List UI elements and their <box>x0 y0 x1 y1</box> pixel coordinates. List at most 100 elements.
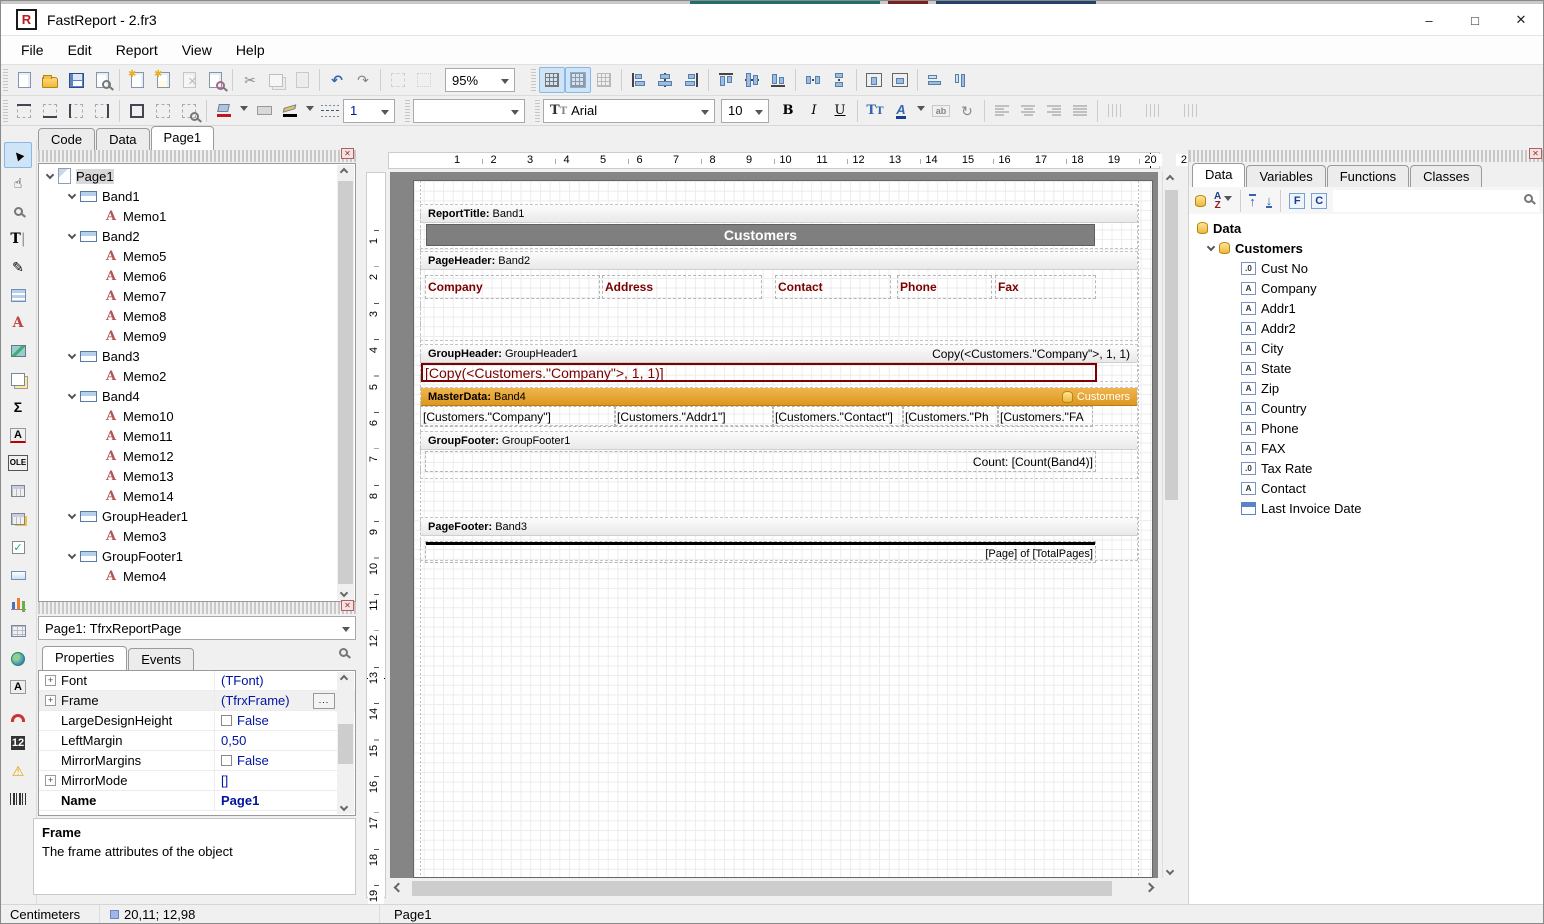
zipcode-object-tool-button[interactable]: ⚠ <box>4 758 32 784</box>
font-color-dropdown[interactable] <box>914 98 928 124</box>
property-value[interactable]: 0,50 <box>215 733 355 748</box>
menu-report[interactable]: Report <box>105 38 169 62</box>
datasets-icon[interactable] <box>1195 195 1206 207</box>
line-style-button[interactable] <box>317 98 343 124</box>
new-dialog-button[interactable]: ✱ <box>150 67 176 93</box>
memo-data-field[interactable]: [Customers."Ph <box>903 407 998 426</box>
frame-all-button[interactable] <box>124 98 150 124</box>
tree-scrollbar[interactable] <box>337 165 354 600</box>
space-vertically-button[interactable] <box>826 67 852 93</box>
close-panel-icon[interactable]: ✕ <box>1529 148 1542 159</box>
search-properties-icon[interactable] <box>339 648 348 657</box>
band-groupheader[interactable]: GroupHeader:GroupHeader1Copy(<Customers.… <box>420 344 1138 382</box>
gauge-object-tool-button[interactable] <box>4 702 32 728</box>
table-object-tool-button[interactable] <box>4 618 32 644</box>
rotate-text-button[interactable]: ↻ <box>954 98 980 124</box>
close-panel-icon[interactable]: ✕ <box>341 148 354 159</box>
property-row-largedesignheight[interactable]: LargeDesignHeightFalse <box>39 711 355 731</box>
redo-button[interactable]: ↷ <box>350 67 376 93</box>
memo-column-header[interactable]: Address <box>603 276 761 298</box>
memo-report-title[interactable]: Customers <box>426 224 1095 246</box>
line-color-button[interactable] <box>277 98 303 124</box>
italic-button[interactable]: I <box>801 98 827 124</box>
chevron-down-icon[interactable] <box>1207 242 1215 250</box>
text-editor-tool-button[interactable]: T| <box>4 226 32 252</box>
memo-group-header[interactable]: [Copy(<Customers."Company">, 1, 1)] <box>421 363 1097 382</box>
align-tops-button[interactable] <box>713 67 739 93</box>
chevron-down-icon[interactable] <box>68 510 76 518</box>
text-align-bottom-button[interactable] <box>1178 98 1204 124</box>
design-vertical-scrollbar[interactable] <box>1162 172 1180 878</box>
crosstab-object-tool-button[interactable] <box>4 478 32 504</box>
chevron-down-icon[interactable] <box>46 170 54 178</box>
frame-top-button[interactable] <box>11 98 37 124</box>
preview-button[interactable] <box>89 67 115 93</box>
fit-to-grid-button[interactable] <box>591 67 617 93</box>
field-cust-no[interactable]: .0Cust No <box>1197 258 1544 278</box>
toolbar-grip[interactable] <box>3 69 8 91</box>
checkbox-icon[interactable] <box>221 715 232 726</box>
system-text-object-tool-button[interactable]: Σ <box>4 394 32 420</box>
toolbar-grip[interactable] <box>535 100 540 122</box>
memo-column-header[interactable]: Contact <box>776 276 890 298</box>
frame-editor-button[interactable] <box>176 98 202 124</box>
tree-node-memo12[interactable]: AMemo12 <box>43 446 355 466</box>
expand-icon[interactable]: + <box>45 675 56 686</box>
ole-object-tool-button[interactable]: OLE <box>4 450 32 476</box>
show-grid-button[interactable] <box>539 67 565 93</box>
toolbar-grip[interactable] <box>3 100 8 122</box>
tree-node-memo5[interactable]: AMemo5 <box>43 246 355 266</box>
tree-node-memo4[interactable]: AMemo4 <box>43 566 355 586</box>
center-vertically-button[interactable] <box>887 67 913 93</box>
band-masterdata[interactable]: MasterData:Band4 Customers [Customers."C… <box>420 387 1138 426</box>
memo-column-header[interactable]: Fax <box>996 276 1095 298</box>
chevron-down-icon[interactable] <box>68 230 76 238</box>
menu-help[interactable]: Help <box>225 38 276 62</box>
band-header[interactable]: GroupHeader:GroupHeader1Copy(<Customers.… <box>421 345 1137 363</box>
fill-color-button[interactable] <box>211 98 237 124</box>
tree-node-band4[interactable]: Band4 <box>43 386 355 406</box>
property-row-mirrormargins[interactable]: MirrorMarginsFalse <box>39 751 355 771</box>
data-search-input[interactable] <box>1333 190 1539 212</box>
chart-object-tool-button[interactable] <box>4 590 32 616</box>
tree-node-memo9[interactable]: AMemo9 <box>43 326 355 346</box>
toolbar-grip[interactable] <box>531 69 536 91</box>
style-select[interactable] <box>413 99 525 123</box>
doc-tab-page1[interactable]: Page1 <box>151 126 215 150</box>
doc-tab-code[interactable]: Code <box>38 128 95 150</box>
field-city[interactable]: ACity <box>1197 338 1544 358</box>
format-painter-tool-button[interactable]: ✎ <box>4 254 32 280</box>
sort-dropdown-icon[interactable] <box>1224 196 1232 205</box>
close-button[interactable]: ✕ <box>1498 4 1544 36</box>
tab-properties[interactable]: Properties <box>42 646 127 670</box>
toolbar-grip[interactable] <box>405 100 410 122</box>
tree-node-band3[interactable]: Band3 <box>43 346 355 366</box>
tree-node-memo3[interactable]: AMemo3 <box>43 526 355 546</box>
text-align-top-button[interactable] <box>1102 98 1128 124</box>
undo-button[interactable]: ↶ <box>324 67 350 93</box>
save-report-button[interactable] <box>63 67 89 93</box>
band-groupfooter[interactable]: GroupFooter:GroupFooter1 Count: [Count(B… <box>420 431 1138 479</box>
field-state[interactable]: AState <box>1197 358 1544 378</box>
scroll-down-icon[interactable] <box>340 803 348 811</box>
field-country[interactable]: ACountry <box>1197 398 1544 418</box>
field-addr1[interactable]: AAddr1 <box>1197 298 1544 318</box>
cut-button[interactable]: ✂ <box>237 67 263 93</box>
scroll-up-icon[interactable] <box>340 168 348 176</box>
highlight-button[interactable]: ab <box>928 98 954 124</box>
same-height-button[interactable] <box>948 67 974 93</box>
field-last-invoice-date[interactable]: Last Invoice Date <box>1197 498 1544 518</box>
design-horizontal-scrollbar[interactable] <box>390 879 1158 898</box>
memo-data-field[interactable]: [Customers."FA <box>998 407 1092 426</box>
property-value[interactable]: [] <box>215 773 355 788</box>
align-middles-button[interactable] <box>739 67 765 93</box>
maximize-button[interactable]: □ <box>1452 4 1498 36</box>
field-addr2[interactable]: AAddr2 <box>1197 318 1544 338</box>
tree-node-band2[interactable]: Band2 <box>43 226 355 246</box>
align-rights-button[interactable] <box>678 67 704 93</box>
tab-events[interactable]: Events <box>128 648 194 670</box>
align-text-center-button[interactable] <box>1015 98 1041 124</box>
db-crosstab-object-tool-button[interactable] <box>4 506 32 532</box>
field-fax[interactable]: AFAX <box>1197 438 1544 458</box>
property-row-frame[interactable]: +Frame(TfrxFrame)... <box>39 691 355 711</box>
